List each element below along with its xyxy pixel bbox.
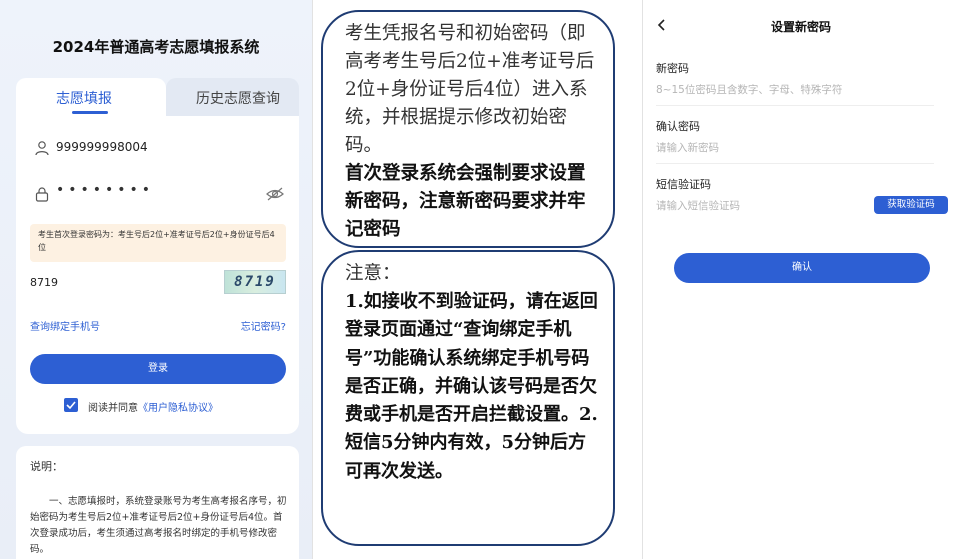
- new-password-field[interactable]: 新密码 8~15位密码且含数字、字母、特殊字符: [656, 60, 934, 106]
- panel-divider: [312, 0, 313, 559]
- username-field[interactable]: 999999998004: [16, 136, 299, 166]
- sms-code-placeholder: 请输入短信验证码: [656, 200, 740, 212]
- captcha-field[interactable]: 8719 8719: [16, 268, 299, 298]
- instruction-bubble-1: 考生凭报名号和初始密码（即高考考生号后2位+准考证号后2位+身份证号后4位）进入…: [321, 10, 615, 248]
- bubble1-plain-text: 考生凭报名号和初始密码（即高考考生号后2位+准考证号后2位+身份证号后4位）进入…: [345, 23, 595, 156]
- login-panel: 2024年普通高考志愿填报系统 志愿填报 历史志愿查询 999999998004…: [0, 0, 312, 559]
- reset-password-panel: 设置新密码 新密码 8~15位密码且含数字、字母、特殊字符 确认密码 请输入新密…: [642, 0, 960, 559]
- confirm-password-placeholder: 请输入新密码: [656, 142, 719, 154]
- login-links: 查询绑定手机号 忘记密码?: [30, 318, 286, 334]
- new-password-placeholder: 8~15位密码且含数字、字母、特殊字符: [656, 84, 843, 96]
- login-card: 999999998004 •••••••• 考生首次登录密码为：考生号后2位+准…: [16, 116, 299, 434]
- agree-checkbox[interactable]: [64, 398, 78, 412]
- instructions-card: 说明： 一、志愿填报时，系统登录账号为考生高考报名序号，初始密码为考生号后2位+…: [16, 446, 299, 559]
- password-mask: ••••••••: [56, 182, 155, 198]
- lock-icon: [35, 187, 49, 202]
- tab-history-query[interactable]: 历史志愿查询: [166, 78, 299, 118]
- login-button[interactable]: 登录: [30, 354, 286, 384]
- confirm-password-label: 确认密码: [656, 120, 700, 133]
- bubble1-bold-text: 首次登录系统会强制要求设置新密码，注意新密码要求并牢记密码: [345, 163, 586, 240]
- get-sms-code-button[interactable]: 获取验证码: [874, 196, 948, 214]
- note-body: 一、志愿填报时，系统登录账号为考生高考报名序号，初始密码为考生号后2位+准考证号…: [30, 496, 287, 555]
- confirm-button[interactable]: 确认: [674, 253, 930, 283]
- tab-label: 历史志愿查询: [196, 91, 280, 107]
- sms-code-label: 短信验证码: [656, 178, 711, 191]
- forgot-password-link[interactable]: 忘记密码?: [241, 318, 286, 333]
- user-icon: [35, 141, 49, 156]
- captcha-input-value: 8719: [30, 276, 58, 289]
- app-title: 2024年普通高考志愿填报系统: [52, 38, 260, 56]
- new-password-label: 新密码: [656, 62, 689, 75]
- username-value: 999999998004: [56, 140, 148, 154]
- tab-active-indicator: [72, 111, 108, 114]
- bubble2-heading: 注意：: [345, 263, 401, 284]
- tab-label: 志愿填报: [56, 91, 112, 107]
- bubble2-text: 1.如接收不到验证码，请在返回登录页面通过“查询绑定手机号”功能确认系统绑定手机…: [345, 291, 598, 482]
- panel-divider: [642, 0, 643, 559]
- checkbox-check-icon: [66, 401, 76, 410]
- privacy-policy-link[interactable]: 《用户隐私协议》: [138, 403, 218, 414]
- instruction-bubble-2: 注意： 1.如接收不到验证码，请在返回登录页面通过“查询绑定手机号”功能确认系统…: [321, 250, 615, 546]
- instructions-panel: 考生凭报名号和初始密码（即高考考生号后2位+准考证号后2位+身份证号后4位）进入…: [312, 0, 642, 559]
- password-field[interactable]: ••••••••: [16, 182, 299, 212]
- confirm-password-field[interactable]: 确认密码 请输入新密码: [656, 118, 934, 164]
- first-login-hint: 考生首次登录密码为：考生号后2位+准考证号后2位+身份证号后4位: [30, 224, 286, 262]
- agree-text: 阅读并同意《用户隐私协议》: [88, 399, 218, 414]
- login-tabs: 志愿填报 历史志愿查询: [16, 78, 299, 118]
- captcha-image[interactable]: 8719: [224, 270, 286, 294]
- page-title: 设置新密码: [770, 20, 831, 34]
- eye-off-icon[interactable]: [265, 186, 285, 202]
- tab-volunteer-fill[interactable]: 志愿填报: [16, 78, 166, 118]
- query-phone-link[interactable]: 查询绑定手机号: [30, 318, 100, 333]
- note-title: 说明：: [30, 460, 63, 473]
- agree-label: 阅读并同意: [88, 403, 138, 414]
